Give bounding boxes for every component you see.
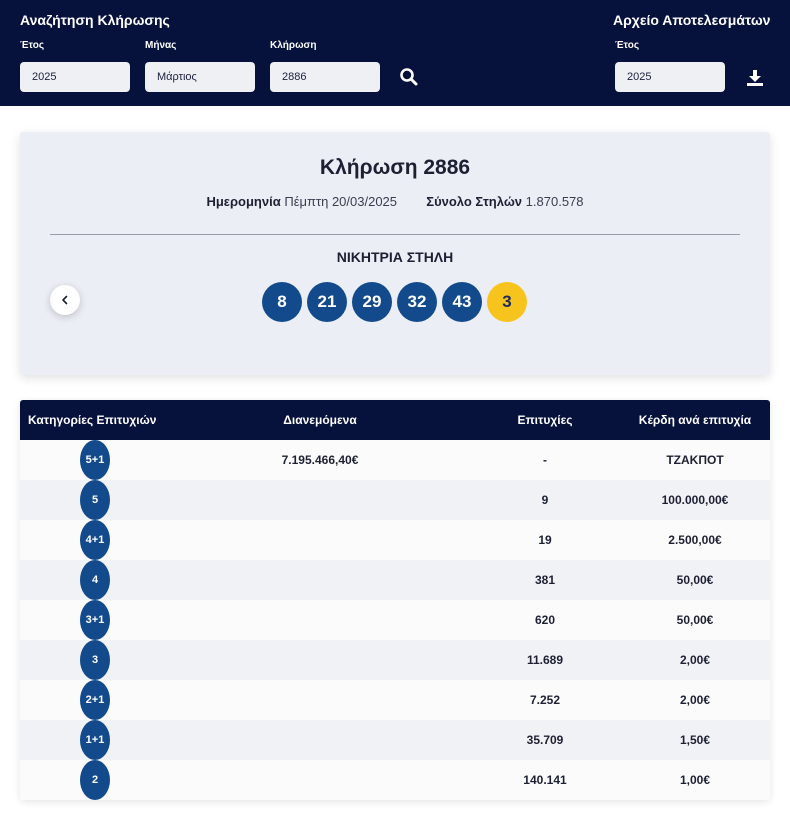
number-ball: 43 [442,282,482,322]
prize-cell: 2.500,00€ [668,533,722,547]
draw-meta: Ημερομηνία Πέμπτη 20/03/2025 Σύνολο Στηλ… [20,194,770,209]
results-table: Κατηγορίες Επιτυχιών Διανεμόμενα Επιτυχί… [20,400,770,800]
prize-cell: 2,00€ [679,653,711,667]
number-ball: 21 [307,282,347,322]
table-row: 4+1 19 2.500,00€ [20,520,770,560]
prize-cell: 50,00€ [676,613,714,627]
archive-title: Αρχείο Αποτελεσμάτων [613,12,771,28]
category-badge: 4+1 [80,520,110,560]
table-row: 5+1 7.195.466,40€ - ΤΖΑΚΠΟΤ [20,440,770,480]
distributed-cell: 7.195.466,40€ [281,453,359,467]
distributed-cell [170,520,470,560]
winning-column-label: ΝΙΚΗΤΡΙΑ ΣΤΗΛΗ [336,249,454,265]
winners-cell: 620 [534,613,556,627]
distributed-cell [170,640,470,680]
year-select[interactable]: 2025 [20,62,130,92]
table-header: Κατηγορίες Επιτυχιών Διανεμόμενα Επιτυχί… [20,400,770,440]
search-title: Αναζήτηση Κλήρωσης [20,12,170,28]
draw-input[interactable]: 2886 [270,62,380,92]
top-bar: Αναζήτηση Κλήρωσης Έτος 2025 Μήνας Μάρτι… [0,0,790,106]
winners-cell: - [543,453,547,467]
header-prize: Κέρδη ανά επιτυχία [638,413,752,427]
table-row: 1+1 35.709 1,50€ [20,720,770,760]
number-ball: 29 [352,282,392,322]
category-badge: 3+1 [80,600,110,640]
joker-ball: 3 [487,282,527,322]
number-ball: 8 [262,282,302,322]
prize-cell: 100.000,00€ [661,493,729,507]
archive-year-label: Έτος [615,40,640,51]
winners-cell: 11.689 [526,653,564,667]
month-select[interactable]: Μάρτιος [145,62,255,92]
prize-cell: 1,50€ [679,733,711,747]
winners-cell: 9 [541,493,549,507]
winners-cell: 19 [538,533,552,547]
prize-cell: 1,00€ [679,773,711,787]
table-row: 4 381 50,00€ [20,560,770,600]
distributed-cell [170,480,470,520]
distributed-cell [170,760,470,800]
category-badge: 2+1 [80,680,110,720]
table-row: 5 9 100.000,00€ [20,480,770,520]
category-badge: 4 [80,560,110,600]
header-winners: Επιτυχίες [517,413,573,427]
columns-value: 1.870.578 [525,194,584,209]
prize-cell: 50,00€ [676,573,714,587]
year-label: Έτος [20,40,45,51]
prize-cell: 2,00€ [679,693,711,707]
date-value: Πέμπτη 20/03/2025 [284,194,398,209]
previous-draw-button[interactable] [50,285,80,315]
header-distributed: Διανεμόμενα [283,413,357,427]
category-badge: 5 [80,480,110,520]
download-icon[interactable] [745,68,767,90]
date-label: Ημερομηνία [206,194,281,209]
draw-title: Κλήρωση 2886 [319,156,471,179]
winners-cell: 140.141 [523,773,567,787]
table-row: 2+1 7.252 2,00€ [20,680,770,720]
table-row: 3+1 620 50,00€ [20,600,770,640]
category-badge: 3 [80,640,110,680]
archive-year-select[interactable]: 2025 [615,62,725,92]
category-badge: 5+1 [80,440,110,480]
distributed-cell [170,560,470,600]
winners-cell: 7.252 [529,693,561,707]
month-label: Μήνας [145,40,177,51]
prize-cell: ΤΖΑΚΠΟΤ [666,453,724,467]
draw-label: Κλήρωση [270,40,317,51]
header-categories: Κατηγορίες Επιτυχιών [28,413,157,427]
table-row: 3 11.689 2,00€ [20,640,770,680]
distributed-cell [170,680,470,720]
columns-label: Σύνολο Στηλών [426,194,523,209]
winners-cell: 381 [534,573,556,587]
category-badge: 2 [80,760,110,800]
table-row: 2 140.141 1,00€ [20,760,770,800]
draw-card: Κλήρωση 2886 Ημερομηνία Πέμπτη 20/03/202… [20,132,770,375]
chevron-left-icon [62,295,68,305]
category-badge: 1+1 [80,720,110,760]
search-icon[interactable] [399,67,421,89]
distributed-cell [170,720,470,760]
winners-cell: 35.709 [526,733,564,747]
number-ball: 32 [397,282,437,322]
winning-numbers: 8 21 29 32 43 3 [262,282,527,322]
distributed-cell [170,600,470,640]
divider [50,234,740,235]
